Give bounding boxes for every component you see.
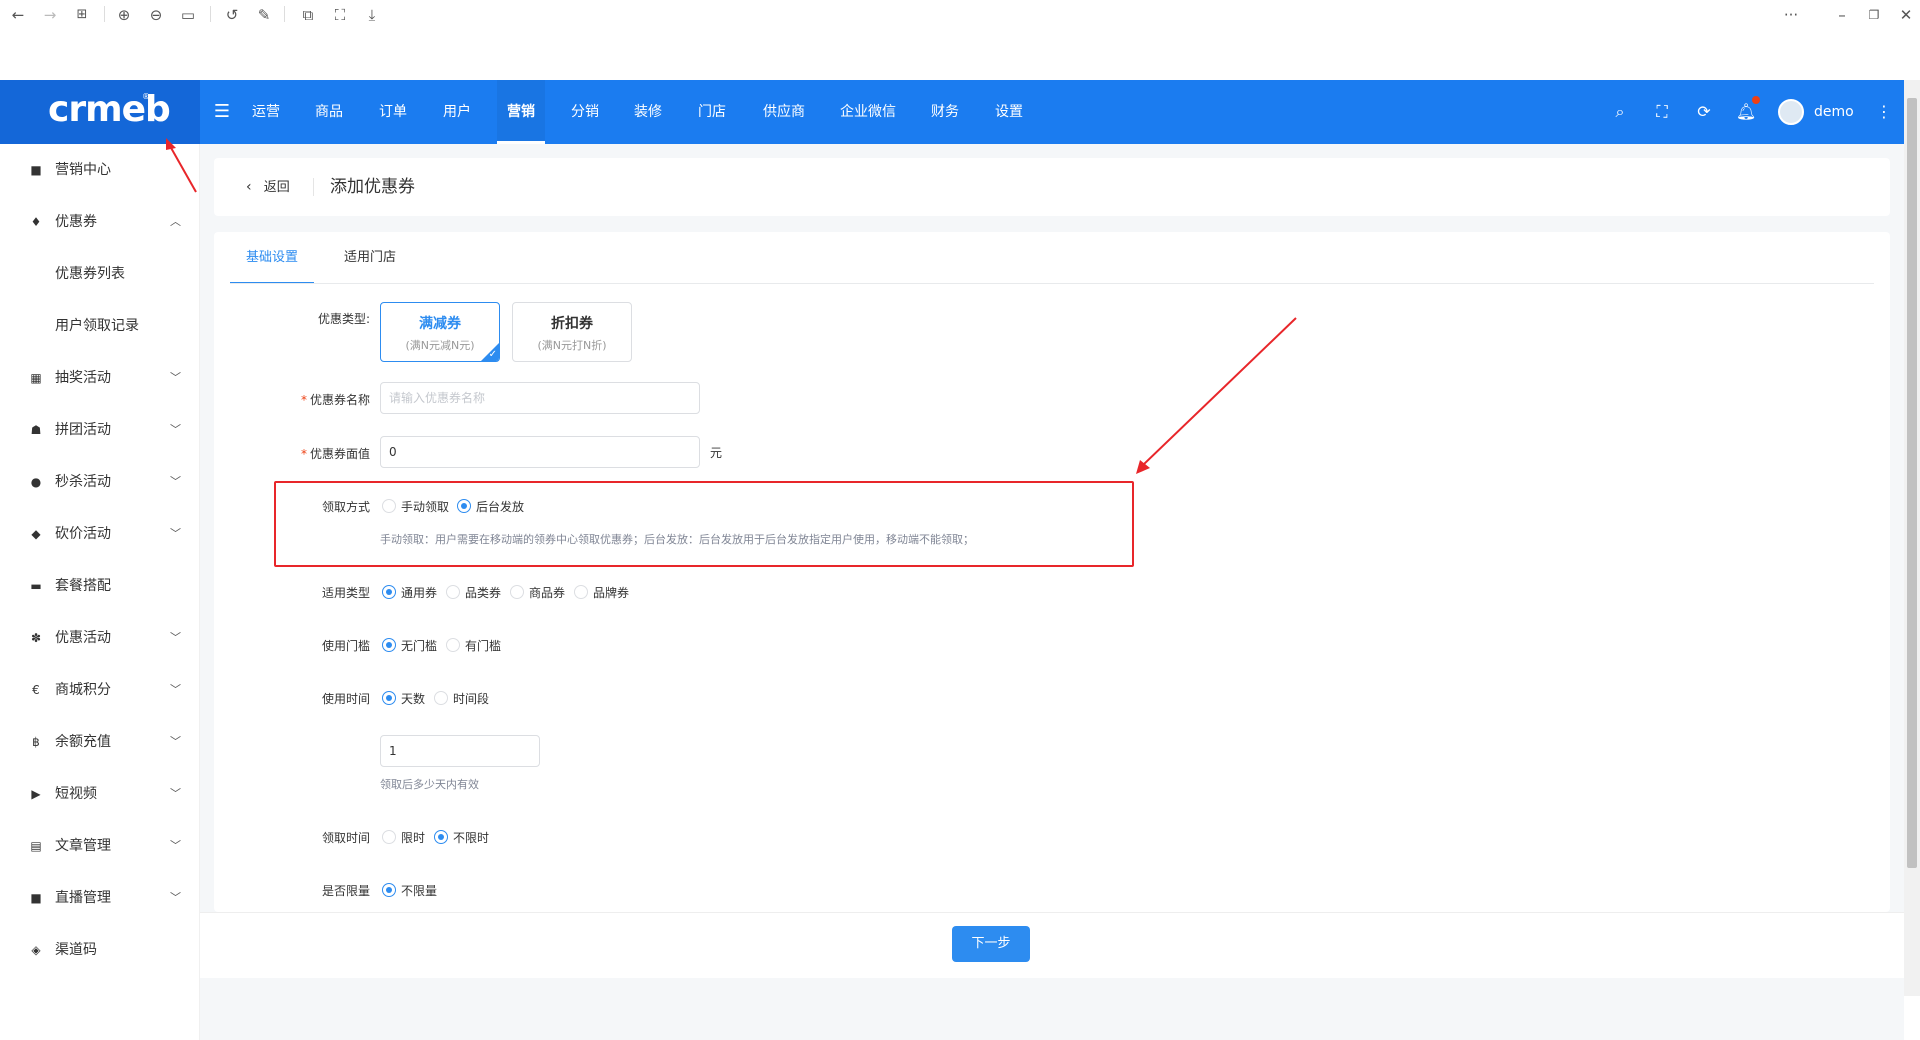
logo-arrow-head: [166, 138, 176, 150]
annotation-arrows: [166, 138, 1297, 474]
box-arrow-head: [1136, 460, 1150, 474]
logo-arrow-line: [169, 145, 197, 193]
box-arrow-line: [1141, 317, 1297, 467]
